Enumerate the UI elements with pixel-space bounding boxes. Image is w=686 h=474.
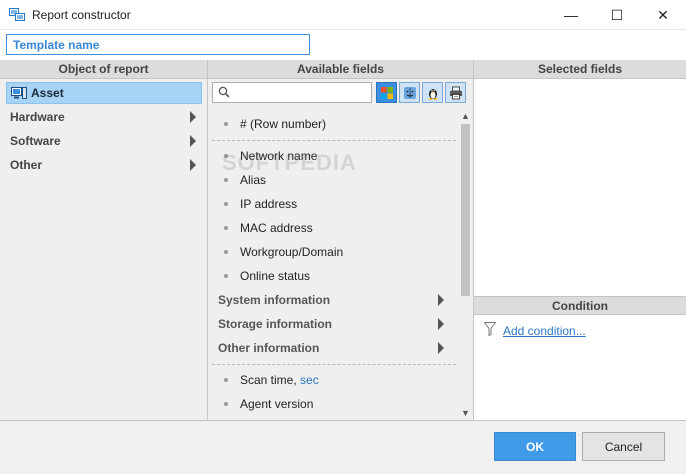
bullet-icon xyxy=(224,226,228,230)
object-item-other[interactable]: Other xyxy=(6,154,202,176)
field-item-agent-version[interactable]: Agent version xyxy=(208,392,456,416)
bullet-icon xyxy=(224,122,228,126)
field-item-row-number[interactable]: # (Row number) xyxy=(208,112,456,136)
field-item-online-status[interactable]: Online status xyxy=(208,264,456,288)
linux-icon xyxy=(428,88,437,100)
field-group-other-information[interactable]: Other information xyxy=(208,336,456,360)
chevron-right-icon xyxy=(190,159,196,171)
field-label: Scan time, sec xyxy=(240,373,319,387)
bullet-icon xyxy=(224,402,228,406)
field-label: IP address xyxy=(240,197,298,211)
scroll-down-arrow-icon[interactable]: ▼ xyxy=(458,406,473,420)
printer-filter-button[interactable] xyxy=(445,82,466,103)
bullet-icon xyxy=(224,378,228,382)
minimize-icon: — xyxy=(564,7,578,23)
field-item-scan-time[interactable]: Scan time, sec xyxy=(208,368,456,392)
scroll-thumb[interactable] xyxy=(461,124,470,296)
object-item-hardware[interactable]: Hardware xyxy=(6,106,202,128)
field-search-input[interactable] xyxy=(212,82,372,103)
object-item-label: Software xyxy=(10,134,61,148)
field-group-label: Other information xyxy=(218,341,320,355)
available-fields-panel: # (Row number) Network name Alias IP add… xyxy=(208,79,473,420)
dashed-separator xyxy=(212,364,456,365)
object-of-report-panel: Asset Hardware Software Other xyxy=(0,79,207,420)
cancel-button[interactable]: Cancel xyxy=(582,432,665,461)
fields-scrollbar[interactable]: ▲ ▼ xyxy=(458,109,473,420)
windows-icon xyxy=(380,86,393,99)
bullet-icon xyxy=(224,178,228,182)
bullet-icon xyxy=(224,250,228,254)
object-item-label: Other xyxy=(10,158,43,172)
printer-icon xyxy=(449,86,462,99)
add-condition-link[interactable]: Add condition... xyxy=(503,324,586,338)
object-of-report-header: Object of report xyxy=(0,60,207,79)
bullet-icon xyxy=(224,274,228,278)
chevron-right-icon xyxy=(190,111,196,123)
object-item-label: Hardware xyxy=(10,110,65,124)
search-icon xyxy=(218,86,230,98)
dashed-separator xyxy=(212,140,456,141)
field-label-text: Scan time, xyxy=(240,373,301,387)
filter-icon xyxy=(484,322,496,336)
dialog-footer: OK Cancel xyxy=(0,420,686,474)
mac-filter-button[interactable] xyxy=(399,82,420,103)
close-button[interactable]: ✕ xyxy=(640,0,686,30)
maximize-icon: ☐ xyxy=(610,6,624,23)
field-label: Workgroup/Domain xyxy=(240,245,344,259)
object-item-label: Asset xyxy=(31,86,64,100)
template-name-input[interactable] xyxy=(6,34,310,55)
selected-fields-panel[interactable] xyxy=(474,79,686,296)
available-fields-header: Available fields xyxy=(208,60,473,79)
field-label: MAC address xyxy=(240,221,313,235)
field-item-mac-address[interactable]: MAC address xyxy=(208,216,456,240)
minimize-button[interactable]: — xyxy=(548,0,594,30)
field-unit: sec xyxy=(300,373,319,387)
ok-button[interactable]: OK xyxy=(494,432,576,461)
chevron-right-icon xyxy=(438,342,444,354)
object-item-software[interactable]: Software xyxy=(6,130,202,152)
report-app-icon xyxy=(9,8,25,21)
windows-filter-button[interactable] xyxy=(376,82,397,103)
computer-icon xyxy=(11,87,27,99)
selected-fields-header: Selected fields xyxy=(474,60,686,79)
window-title: Report constructor xyxy=(32,8,131,22)
watermark: SOFTPEDIA xyxy=(222,150,357,175)
field-group-storage-information[interactable]: Storage information xyxy=(208,312,456,336)
title-bar: Report constructor — ☐ ✕ xyxy=(0,0,686,30)
field-group-system-information[interactable]: System information xyxy=(208,288,456,312)
condition-header: Condition xyxy=(474,296,686,315)
maximize-button[interactable]: ☐ xyxy=(594,0,640,30)
chevron-right-icon xyxy=(190,135,196,147)
mac-icon xyxy=(403,86,416,99)
field-item-ip-address[interactable]: IP address xyxy=(208,192,456,216)
bullet-icon xyxy=(224,202,228,206)
condition-panel: Add condition... xyxy=(474,315,686,420)
field-group-label: Storage information xyxy=(218,317,333,331)
chevron-right-icon xyxy=(438,294,444,306)
field-label: Agent version xyxy=(240,397,314,411)
close-icon: ✕ xyxy=(657,6,669,23)
linux-filter-button[interactable] xyxy=(422,82,443,103)
field-label: Online status xyxy=(240,269,311,283)
chevron-right-icon xyxy=(438,318,444,330)
field-group-label: System information xyxy=(218,293,331,307)
field-item-workgroup-domain[interactable]: Workgroup/Domain xyxy=(208,240,456,264)
object-item-asset[interactable]: Asset xyxy=(6,82,202,104)
scroll-up-arrow-icon[interactable]: ▲ xyxy=(458,109,473,123)
field-label: # (Row number) xyxy=(240,117,327,131)
template-name-bar xyxy=(0,30,686,60)
